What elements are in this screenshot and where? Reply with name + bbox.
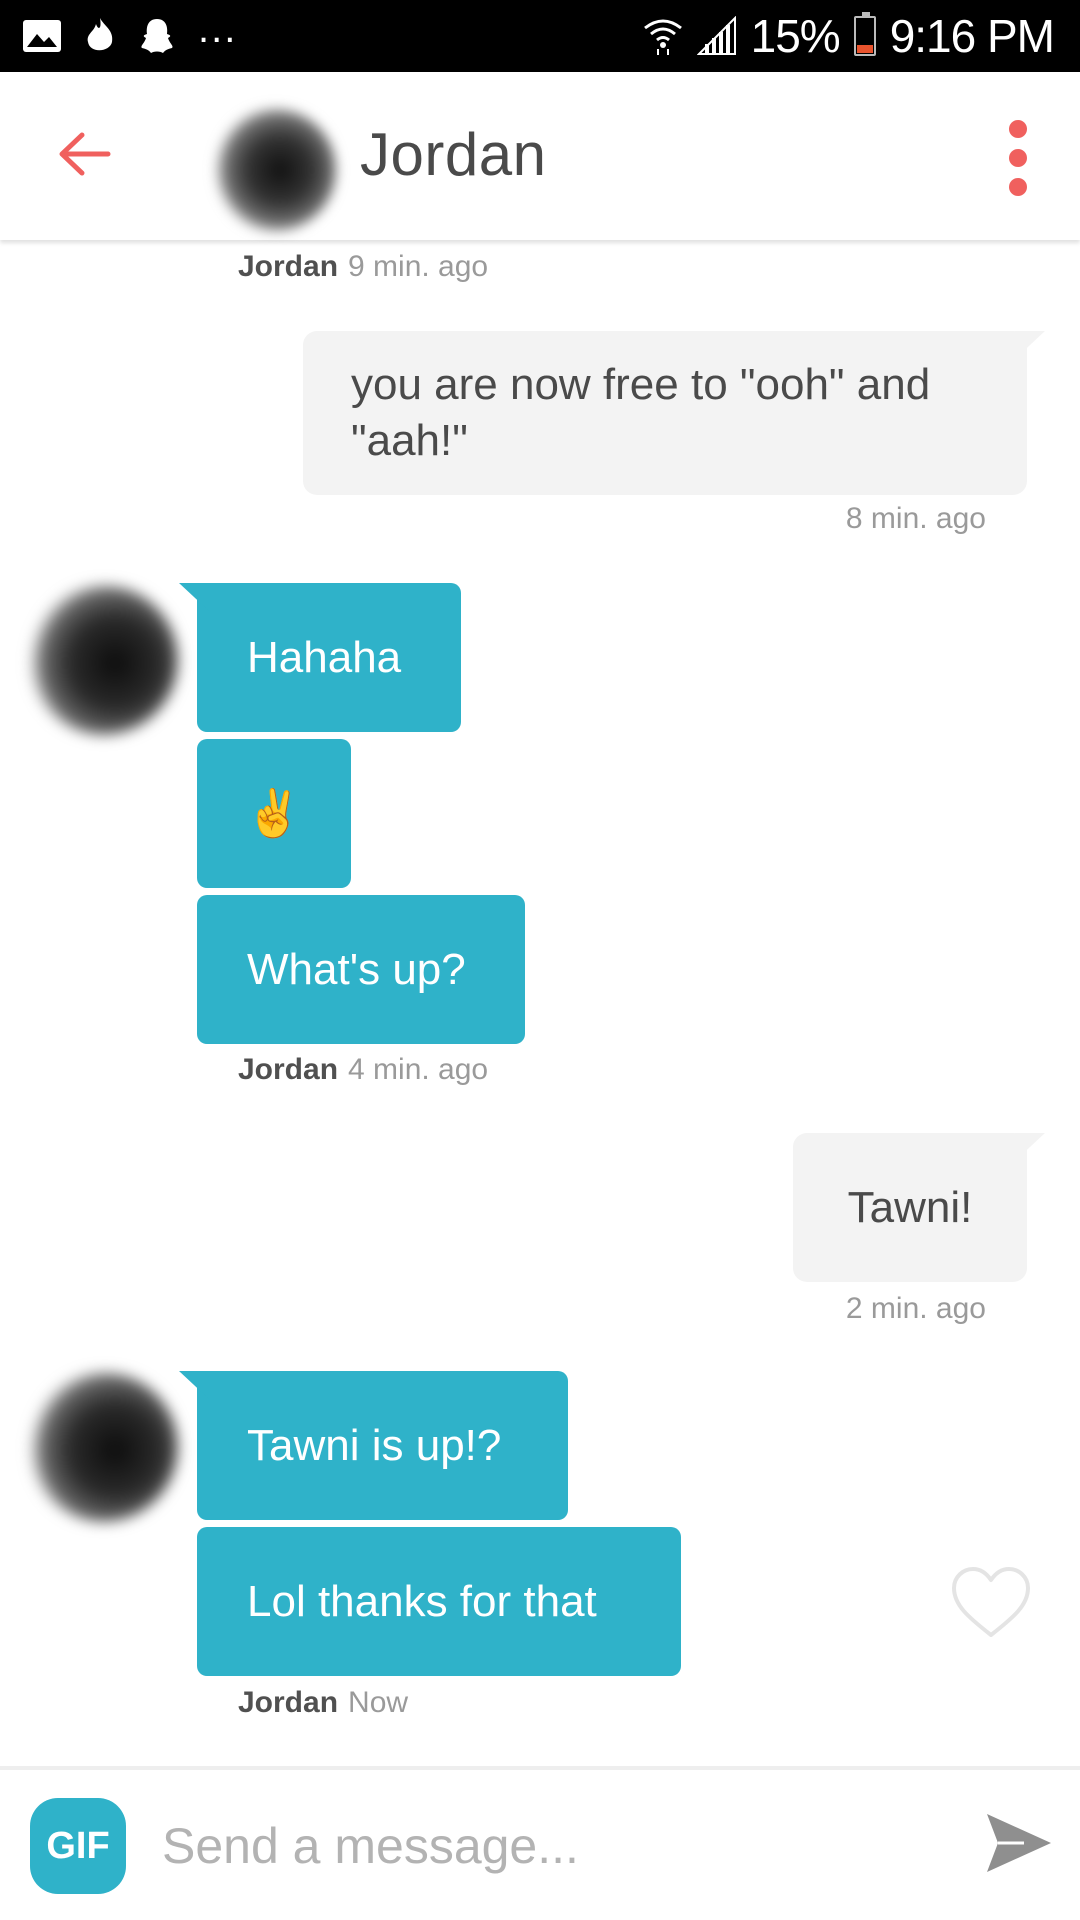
chat-header: Jordan bbox=[0, 72, 1080, 240]
gif-button[interactable]: GIF bbox=[30, 1798, 126, 1894]
message-meta: Jordan 9 min. ago bbox=[238, 250, 488, 284]
message-text: Tawni! bbox=[847, 1182, 973, 1232]
sender-name: Jordan bbox=[238, 250, 339, 283]
more-vertical-icon-dot bbox=[1009, 178, 1027, 196]
incoming-message[interactable]: What's up? bbox=[197, 895, 525, 1044]
match-avatar[interactable] bbox=[28, 1372, 178, 1522]
more-options-button[interactable] bbox=[998, 120, 1038, 196]
snapchat-ghost-icon bbox=[141, 19, 173, 53]
message-text: Hahaha bbox=[247, 632, 402, 682]
incoming-message[interactable]: ✌️ bbox=[197, 739, 351, 888]
send-icon[interactable] bbox=[984, 1808, 1054, 1878]
status-bar-system: 15% 9:16 PM bbox=[643, 10, 1055, 62]
battery-percent: 15% bbox=[750, 10, 841, 62]
message-time: 9 min. ago bbox=[348, 250, 489, 283]
status-bar-notifications: ... bbox=[22, 9, 237, 58]
gallery-icon bbox=[23, 20, 61, 52]
message-meta: Jordan 4 min. ago bbox=[238, 1053, 488, 1087]
more-vertical-icon bbox=[1009, 120, 1027, 138]
message-text: you are now free to "ooh" and "aah!" bbox=[351, 360, 931, 465]
peace-emoji: ✌️ bbox=[245, 787, 303, 839]
arrow-left-icon bbox=[59, 132, 111, 176]
tinder-flame-icon bbox=[87, 18, 113, 51]
incoming-message[interactable]: Tawni is up!? bbox=[197, 1371, 568, 1520]
cellular-signal-icon bbox=[696, 16, 736, 55]
battery-icon bbox=[853, 12, 876, 56]
incoming-message[interactable]: Lol thanks for that bbox=[197, 1527, 681, 1676]
message-input[interactable] bbox=[162, 1808, 942, 1884]
sender-name: Jordan bbox=[238, 1686, 339, 1719]
message-time: Now bbox=[348, 1686, 409, 1719]
sender-name: Jordan bbox=[238, 1053, 339, 1086]
message-time: 8 min. ago bbox=[845, 502, 986, 535]
incoming-message[interactable]: Hahaha bbox=[197, 583, 461, 732]
message-text: What's up? bbox=[247, 944, 466, 994]
back-button[interactable] bbox=[50, 124, 120, 184]
match-name[interactable]: Jordan bbox=[360, 120, 546, 189]
more-vertical-icon-dot bbox=[1009, 149, 1027, 167]
message-meta: Jordan Now bbox=[238, 1686, 408, 1720]
message-text: Tawni is up!? bbox=[247, 1420, 502, 1470]
status-overflow-indicator: ... bbox=[198, 7, 238, 51]
message-text: Lol thanks for that bbox=[247, 1576, 597, 1626]
status-bar: ... 15% 9:16 PM bbox=[0, 0, 1080, 72]
message-time: 4 min. ago bbox=[348, 1053, 489, 1086]
like-message-heart-icon[interactable] bbox=[950, 1565, 1032, 1639]
outgoing-message[interactable]: Tawni! bbox=[793, 1133, 1027, 1282]
message-time: 2 min. ago bbox=[845, 1292, 986, 1325]
match-avatar[interactable] bbox=[28, 585, 178, 735]
outgoing-message[interactable]: you are now free to "ooh" and "aah!" bbox=[303, 331, 1027, 495]
wifi-icon bbox=[643, 19, 682, 55]
clock: 9:16 PM bbox=[889, 10, 1055, 62]
match-avatar[interactable] bbox=[212, 108, 336, 232]
composer-divider bbox=[0, 1766, 1080, 1770]
